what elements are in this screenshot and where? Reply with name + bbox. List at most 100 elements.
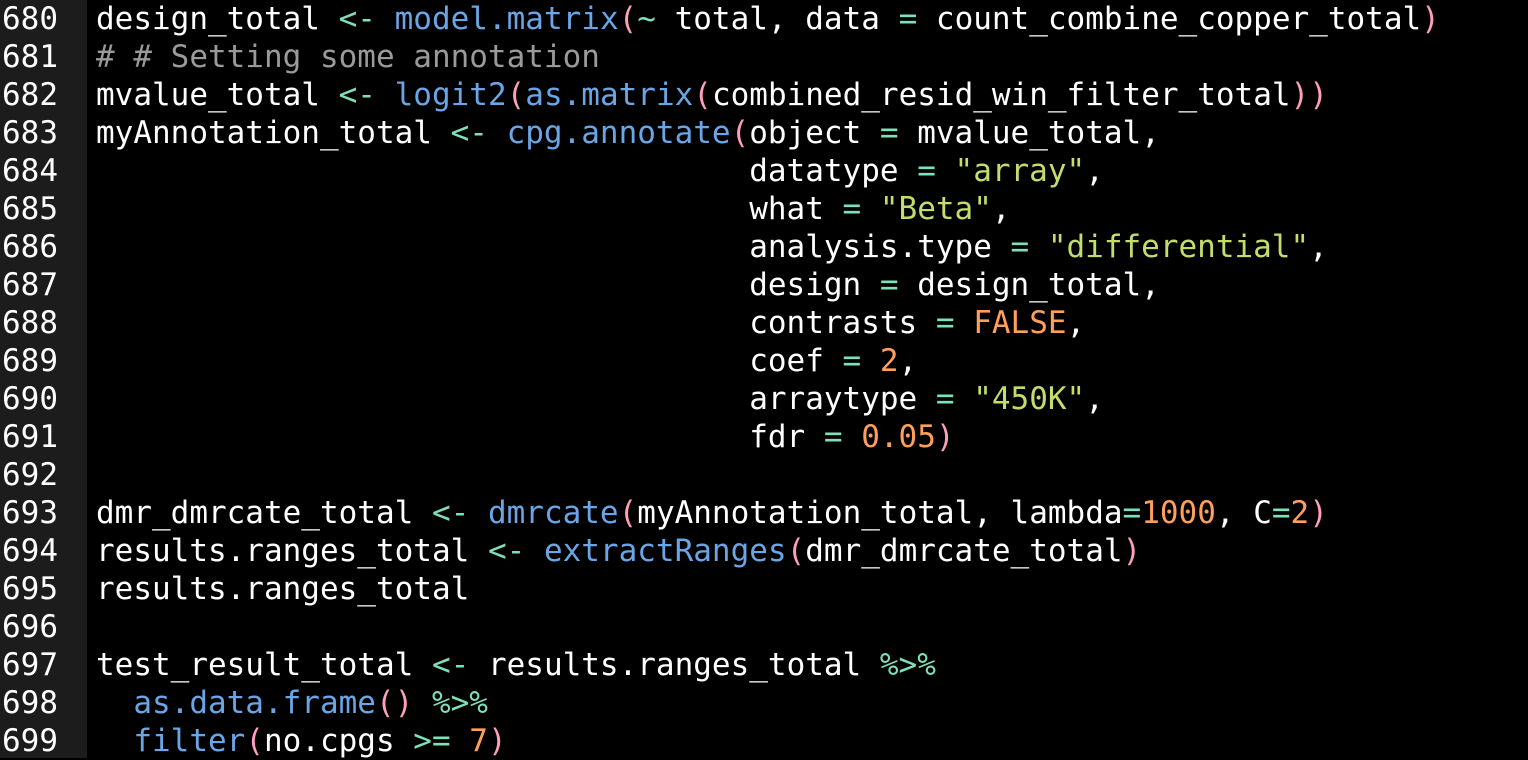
code-text[interactable]: as.data.frame() %>% (96, 684, 488, 722)
code-token: %>% (431, 685, 488, 721)
code-line[interactable]: 685 what = "Beta", (0, 190, 1528, 228)
code-text[interactable]: what = "Beta", (96, 190, 1010, 228)
code-line[interactable]: 693 dmr_dmrcate_total <- dmrcate(myAnnota… (0, 494, 1528, 532)
code-text[interactable]: test_result_total <- results.ranges_tota… (96, 646, 936, 684)
code-line[interactable]: 681 # # Setting some annotation (0, 38, 1528, 76)
code-token: ( (245, 723, 264, 759)
code-line[interactable]: 689 coef = 2, (0, 342, 1528, 380)
code-token: , (898, 343, 918, 379)
code-text[interactable]: mvalue_total <- logit2(as.matrix(combine… (96, 76, 1328, 114)
code-text[interactable]: design_total <- model.matrix(~ total, da… (96, 0, 1440, 38)
code-token: , (1066, 305, 1086, 341)
code-line[interactable]: 690 arraytype = "450K", (0, 380, 1528, 418)
line-number: 698 (2, 685, 58, 721)
code-text[interactable]: analysis.type = "differential", (96, 228, 1328, 266)
line-number: 689 (2, 343, 58, 379)
code-text[interactable]: results.ranges_total (96, 570, 469, 608)
code-line[interactable]: 696 (0, 608, 1528, 646)
code-token: cpg.annotate (506, 115, 731, 151)
code-token: ) (1122, 533, 1142, 569)
code-text[interactable]: fdr = 0.05) (96, 418, 954, 456)
code-token: = (879, 115, 918, 151)
code-text[interactable]: datatype = "array", (96, 152, 1104, 190)
code-token: mvalue_total, (917, 115, 1160, 151)
line-number: 690 (2, 381, 58, 417)
code-token: ( (730, 115, 750, 151)
code-token: "450K" (973, 381, 1086, 417)
code-token: dmr_dmrcate_total (96, 495, 432, 531)
code-line[interactable]: 697 test_result_total <- results.ranges_t… (0, 646, 1528, 684)
code-text[interactable]: design = design_total, (96, 266, 1160, 304)
code-token: object (749, 115, 880, 151)
code-text[interactable]: dmr_dmrcate_total <- dmrcate(myAnnotatio… (96, 494, 1328, 532)
code-token: <- (431, 647, 488, 683)
line-number: 693 (2, 495, 58, 531)
code-token: )) (1290, 77, 1328, 113)
code-line[interactable]: 687 design = design_total, (0, 266, 1528, 304)
code-token: <- (431, 495, 488, 531)
code-token: = (842, 191, 880, 227)
code-token: = (917, 153, 955, 189)
code-token: coef (96, 343, 843, 379)
code-token: datatype (96, 153, 918, 189)
code-text[interactable]: arraytype = "450K", (96, 380, 1104, 418)
code-token: ) (1421, 1, 1440, 37)
code-token: = (898, 1, 936, 37)
code-token: myAnnotation_total (96, 115, 451, 151)
code-line[interactable]: 698 as.data.frame() %>% (0, 684, 1528, 722)
code-text[interactable]: results.ranges_total <- extractRanges(dm… (96, 532, 1141, 570)
code-text[interactable]: filter(no.cpgs >= 7) (96, 722, 507, 760)
code-token: analysis.type (96, 229, 1011, 265)
line-number: 699 (2, 723, 58, 759)
code-text[interactable]: myAnnotation_total <- cpg.annotate(objec… (96, 114, 1160, 152)
line-number: 681 (2, 39, 58, 75)
code-token: dmrcate (487, 495, 619, 531)
code-token: count_combine_copper_total (935, 1, 1422, 37)
line-number: 694 (2, 533, 58, 569)
code-token: as.matrix (525, 77, 694, 113)
code-token: , (1085, 153, 1104, 189)
code-token: total, data (674, 1, 899, 37)
code-token: 2 (1290, 495, 1310, 531)
code-token: mvalue_total (96, 77, 339, 113)
code-line[interactable]: 688 contrasts = FALSE, (0, 304, 1528, 342)
code-token: ) (487, 723, 507, 759)
code-line[interactable]: 682 mvalue_total <- logit2(as.matrix(comb… (0, 76, 1528, 114)
code-token: # # Setting some annotation (96, 39, 600, 75)
code-token: as.data.frame (133, 685, 376, 721)
code-token: dmr_dmrcate_total (805, 533, 1123, 569)
code-token: , (1309, 229, 1328, 265)
code-token: no.cpgs (263, 723, 414, 759)
code-text[interactable]: # # Setting some annotation (96, 38, 600, 76)
code-line[interactable]: 695 results.ranges_total (0, 570, 1528, 608)
code-editor[interactable]: 680 design_total <- model.matrix(~ total,… (0, 0, 1528, 760)
code-token: , (1085, 381, 1104, 417)
code-token: 1000 (1141, 495, 1216, 531)
line-number: 683 (2, 115, 58, 151)
line-number: 680 (2, 1, 58, 37)
code-token: results.ranges_total (487, 647, 880, 683)
line-number: 695 (2, 571, 58, 607)
code-token: >= (413, 723, 470, 759)
code-token: design (96, 267, 880, 303)
code-token: ~ (637, 1, 675, 37)
code-token: combined_resid_win_filter_total (711, 77, 1291, 113)
code-token: extractRanges (543, 533, 787, 569)
code-token: = (842, 343, 880, 379)
code-line[interactable]: 692 (0, 456, 1528, 494)
code-line[interactable]: 699 filter(no.cpgs >= 7) (0, 722, 1528, 760)
code-line[interactable]: 684 datatype = "array", (0, 152, 1528, 190)
code-token: results.ranges_total (96, 533, 488, 569)
code-line[interactable]: 680 design_total <- model.matrix(~ total,… (0, 0, 1528, 38)
line-number: 688 (2, 305, 58, 341)
code-line[interactable]: 683 myAnnotation_total <- cpg.annotate(ob… (0, 114, 1528, 152)
code-line[interactable]: 686 analysis.type = "differential", (0, 228, 1528, 266)
code-token: design_total (96, 1, 339, 37)
code-line[interactable]: 691 fdr = 0.05) (0, 418, 1528, 456)
code-line[interactable]: 694 results.ranges_total <- extractRanges… (0, 532, 1528, 570)
code-token: = (1010, 229, 1048, 265)
code-text[interactable]: coef = 2, (96, 342, 917, 380)
line-number: 691 (2, 419, 58, 455)
code-text[interactable]: contrasts = FALSE, (96, 304, 1085, 342)
